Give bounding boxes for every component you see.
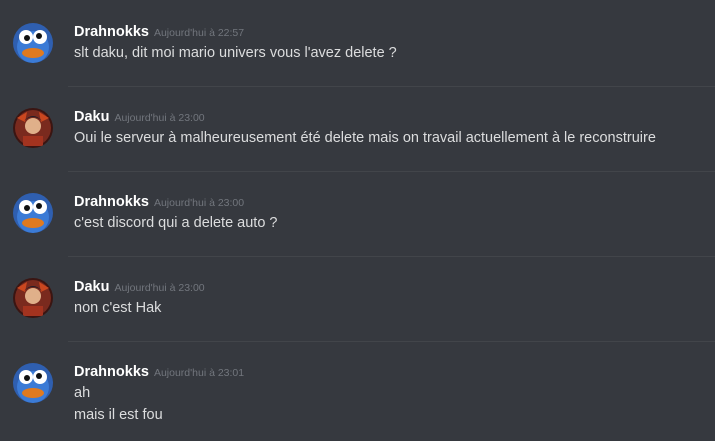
avatar-daku[interactable] bbox=[13, 108, 53, 148]
message-text: c'est discord qui a delete auto ? bbox=[74, 215, 278, 231]
message-divider bbox=[68, 86, 715, 87]
avatar-drahnokks[interactable] bbox=[13, 193, 53, 233]
message-header: Drahnokks Aujourd'hui à 23:01 bbox=[74, 363, 244, 381]
message-divider bbox=[68, 341, 715, 342]
blue-cookie-monster-avatar-icon bbox=[13, 23, 53, 63]
username[interactable]: Drahnokks bbox=[74, 364, 149, 380]
blue-cookie-monster-avatar-icon bbox=[13, 363, 53, 403]
message-text: mais il est fou bbox=[74, 407, 163, 423]
timestamp: Aujourd'hui à 23:00 bbox=[153, 197, 245, 209]
timestamp: Aujourd'hui à 22:57 bbox=[153, 27, 245, 39]
username[interactable]: Daku bbox=[74, 109, 109, 125]
message-text: ah bbox=[74, 385, 91, 401]
message-divider bbox=[68, 256, 715, 257]
message-divider bbox=[68, 171, 715, 172]
username[interactable]: Drahnokks bbox=[74, 24, 149, 40]
username[interactable]: Daku bbox=[74, 279, 109, 295]
message-text: Oui le serveur à malheureusement été del… bbox=[74, 130, 656, 146]
red-anime-avatar-icon bbox=[13, 108, 53, 148]
timestamp: Aujourd'hui à 23:00 bbox=[114, 112, 205, 124]
red-anime-avatar-icon bbox=[13, 278, 53, 318]
message-text: non c'est Hak bbox=[74, 300, 162, 316]
message-header: Drahnokks Aujourd'hui à 22:57 bbox=[74, 23, 244, 41]
timestamp: Aujourd'hui à 23:00 bbox=[114, 282, 205, 294]
timestamp: Aujourd'hui à 23:01 bbox=[153, 367, 245, 379]
blue-cookie-monster-avatar-icon bbox=[13, 193, 53, 233]
message-header: Daku Aujourd'hui à 23:00 bbox=[74, 278, 205, 296]
avatar-drahnokks[interactable] bbox=[13, 363, 53, 403]
message-header: Daku Aujourd'hui à 23:00 bbox=[74, 108, 205, 126]
username[interactable]: Drahnokks bbox=[74, 194, 149, 210]
message-text: slt daku, dit moi mario univers vous l'a… bbox=[74, 45, 397, 61]
avatar-daku[interactable] bbox=[13, 278, 53, 318]
avatar-drahnokks[interactable] bbox=[13, 23, 53, 63]
message-header: Drahnokks Aujourd'hui à 23:00 bbox=[74, 193, 244, 211]
